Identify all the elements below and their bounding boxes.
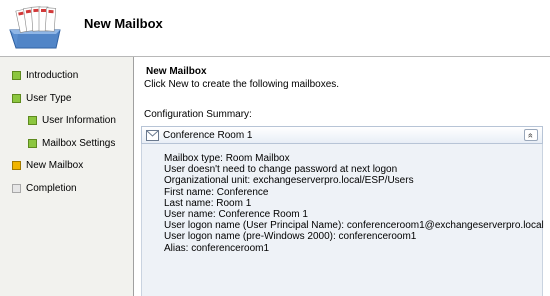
step-status-icon: [12, 70, 21, 80]
step-label: Introduction: [26, 69, 79, 81]
step-user-type: User Type: [12, 91, 71, 105]
collapse-button[interactable]: «: [524, 129, 538, 141]
step-status-icon: [28, 138, 37, 148]
step-status-icon: [28, 115, 37, 125]
summary-details: Mailbox type: Room Mailbox User doesn't …: [164, 153, 544, 254]
step-introduction: Introduction: [12, 68, 78, 82]
step-label: Completion: [26, 182, 77, 194]
summary-panel-header[interactable]: Conference Room 1 «: [141, 126, 543, 144]
step-user-information: User Information: [28, 113, 116, 127]
summary-detail: Organizational unit: exchangeserverpro.l…: [164, 175, 414, 187]
summary-detail: First name: Conference: [164, 186, 269, 198]
summary-panel-body: Mailbox type: Room Mailbox User doesn't …: [141, 144, 544, 296]
summary-detail: User name: Conference Room 1: [164, 209, 308, 221]
section-description: Click New to create the following mailbo…: [144, 79, 340, 90]
summary-detail: Mailbox type: Room Mailbox: [164, 153, 290, 164]
step-new-mailbox: New Mailbox: [12, 158, 83, 172]
wizard-header: New Mailbox: [0, 0, 550, 56]
page-title: New Mailbox: [84, 16, 163, 31]
step-status-icon: [12, 93, 21, 103]
config-summary-label: Configuration Summary:: [144, 109, 252, 120]
summary-detail: Alias: conferenceroom1: [164, 242, 270, 254]
step-status-icon: [12, 183, 21, 193]
envelope-icon: [146, 129, 159, 141]
step-completion: Completion: [12, 181, 77, 195]
step-label: New Mailbox: [26, 159, 84, 171]
summary-detail: Last name: Room 1: [164, 197, 252, 209]
step-mailbox-settings: Mailbox Settings: [28, 136, 115, 150]
summary-panel-title: Conference Room 1: [163, 129, 253, 141]
summary-detail: User doesn't need to change password at …: [164, 164, 398, 176]
wizard-content: New Mailbox Click New to create the foll…: [135, 57, 550, 296]
section-title: New Mailbox: [146, 66, 207, 77]
wizard-steps-sidebar: Introduction User Type User Information …: [0, 57, 134, 296]
step-label: User Type: [26, 92, 72, 104]
summary-detail: User logon name (pre-Windows 2000): conf…: [164, 231, 417, 243]
step-label: Mailbox Settings: [42, 137, 116, 149]
double-chevron-up-icon: «: [526, 132, 537, 138]
mailbox-tray-icon: [9, 6, 61, 49]
step-label: User Information: [42, 114, 116, 126]
summary-detail: User logon name (User Principal Name): c…: [164, 220, 544, 232]
step-status-icon: [12, 160, 21, 170]
